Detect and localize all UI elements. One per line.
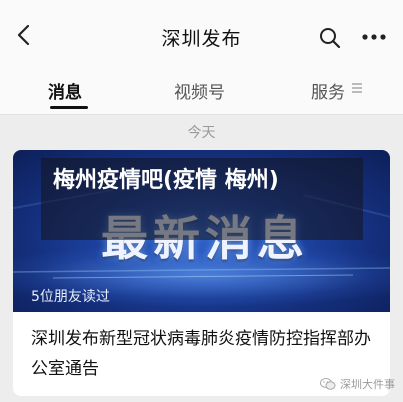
tab-bar: 消息 视频号 服务 [0,68,403,115]
search-icon[interactable] [318,26,342,50]
friends-read-count: 5位朋友读过 [31,289,110,305]
date-divider: 今天 [187,125,216,141]
tab-messages[interactable]: 消息 [48,78,82,103]
watermark-text: 深圳大件事 [340,378,395,391]
active-tab-indicator [50,106,88,109]
wechat-logo-icon [320,378,336,390]
page-title: 深圳发布 [161,28,242,50]
tab-services[interactable]: 服务 [311,78,345,103]
article-title[interactable]: 深圳发布新型冠状病毒肺炎疫情防控指挥部办公室通告 [31,324,375,384]
tab-channels[interactable]: 视频号 [174,78,225,103]
more-dots-icon[interactable] [360,26,388,48]
top-bar: 深圳发布 [0,0,403,68]
menu-lines-icon[interactable] [351,82,363,94]
article-cover-image[interactable]: 最新消息 梅州疫情吧(疫情 梅州) 5位朋友读过 [13,150,390,312]
app-root: 深圳发布 消息 视频号 服务 今天 梅州疫情吧(疫情 梅州) 5位朋友读过 深圳… [0,0,403,402]
article-card[interactable]: 最新消息 梅州疫情吧(疫情 梅州) 5位朋友读过 深圳发布新型冠状病毒肺炎疫情防… [13,150,390,396]
overlay-title: 梅州疫情吧(疫情 梅州) [53,168,279,193]
